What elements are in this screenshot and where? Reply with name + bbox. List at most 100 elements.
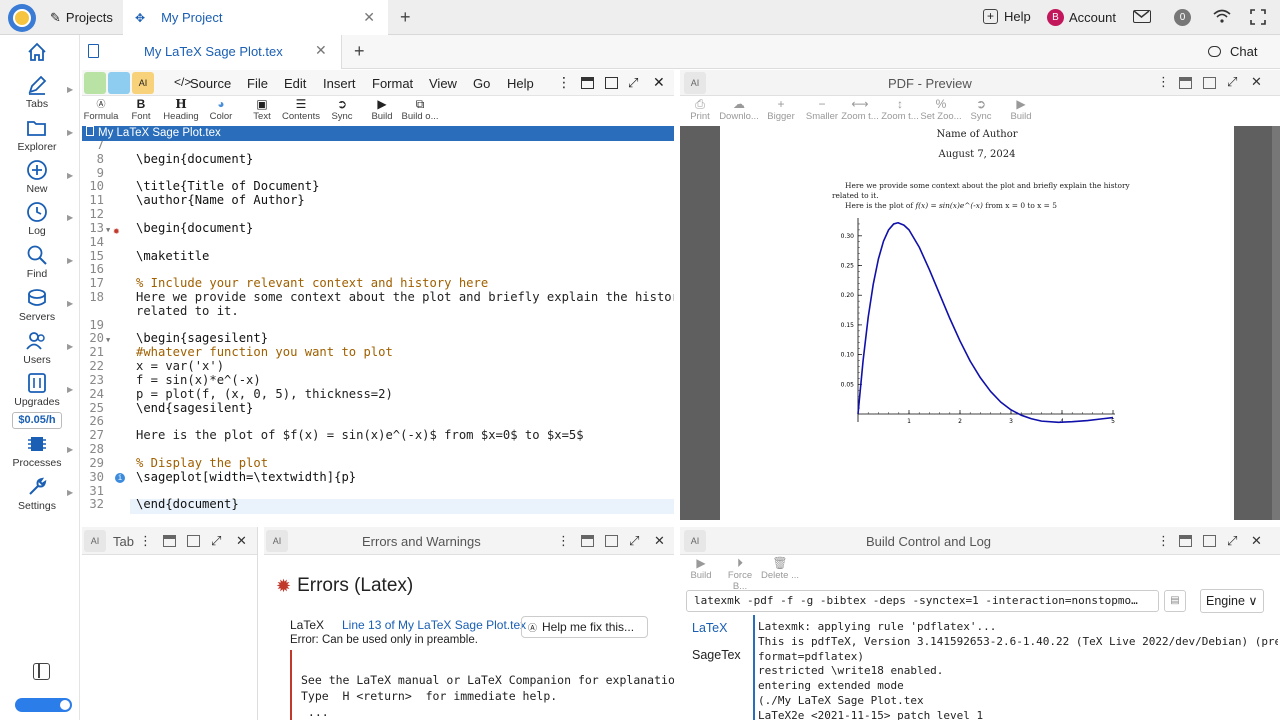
split-horizontal-icon[interactable] [163,535,176,547]
pdf-bigger-button[interactable]: + Bigger [764,97,798,122]
close-file-tab-icon[interactable]: ✕ [315,42,327,59]
toolbar-build[interactable]: ▶ Build [367,97,397,122]
mode-icon-green[interactable] [84,72,106,94]
menu-go[interactable]: Go [473,76,490,91]
rail-item-tabs[interactable] [0,41,74,65]
file-tab[interactable]: My LaTeX Sage Plot.tex ✕ [80,35,342,69]
mail-icon[interactable] [1133,10,1151,23]
more-vertical-icon[interactable]: ⋮ [1157,74,1170,90]
toolbar-text[interactable]: ▣ Text [247,97,277,122]
rail-item-settings[interactable]: Settings [0,476,74,512]
toolbar-build-options[interactable]: ⧉ Build o... [400,97,440,122]
split-horizontal-icon[interactable] [581,77,594,89]
split-vertical-icon[interactable] [605,535,618,547]
close-frame-icon[interactable]: ✕ [1251,533,1262,549]
project-tab[interactable]: ✥ My Project ✕ [123,0,388,35]
ai-icon[interactable]: AI [266,530,288,552]
close-frame-icon[interactable]: ✕ [653,74,665,91]
split-horizontal-icon[interactable] [581,535,594,547]
rail-item-find[interactable]: Find [0,244,74,280]
more-vertical-icon[interactable]: ⋮ [557,74,571,91]
maximize-icon[interactable]: ⤢ [629,533,639,549]
force-build-button[interactable]: ⏵ Force B... [720,556,760,592]
split-vertical-icon[interactable] [187,535,200,547]
close-frame-icon[interactable]: ✕ [1251,74,1262,90]
close-frame-icon[interactable]: ✕ [654,533,665,549]
error-location-link[interactable]: Line 13 of My LaTeX Sage Plot.tex [342,618,526,632]
ai-icon[interactable]: AI [684,530,706,552]
more-vertical-icon[interactable]: ⋮ [557,533,570,549]
more-vertical-icon[interactable]: ⋮ [139,533,152,549]
menu-view[interactable]: View [429,76,457,91]
account-button[interactable]: B Account [1047,9,1116,26]
rail-item-users[interactable]: Users [0,330,74,366]
notification-badge[interactable]: 0 [1174,9,1191,26]
toolbar-font[interactable]: B Font [126,97,156,122]
more-vertical-icon[interactable]: ⋮ [1157,533,1170,549]
pdf-download-button[interactable]: ☁ Downlo... [718,97,760,122]
toolbar-formula[interactable]: Ⓐ Formula [82,97,120,122]
pdf-zoom-width-button[interactable]: ⟷ Zoom t... [840,97,880,122]
close-frame-icon[interactable]: ✕ [236,533,247,549]
mode-icon-ai[interactable]: AI [132,72,154,94]
split-vertical-icon[interactable] [1203,535,1216,547]
log-tab-sagetex[interactable]: SageTex [692,648,741,662]
menu-help[interactable]: Help [507,76,534,91]
help-button[interactable]: + Help [983,9,1031,24]
split-horizontal-icon[interactable] [1179,77,1192,89]
toolbar-contents[interactable]: ☰ Contents [281,97,321,122]
close-tab-icon[interactable]: ✕ [363,9,375,26]
ai-icon[interactable]: AI [84,530,106,552]
split-horizontal-icon[interactable] [1179,535,1192,547]
app-logo[interactable] [8,4,36,32]
toolbar-heading[interactable]: H Heading [162,97,200,122]
rail-toggle-switch[interactable] [15,698,72,712]
maximize-icon[interactable]: ⤢ [1227,533,1237,549]
maximize-icon[interactable]: ⤢ [1227,74,1237,90]
split-vertical-icon[interactable] [605,77,618,89]
pdf-sync-button[interactable]: ➲ Sync [966,97,996,122]
menu-edit[interactable]: Edit [284,76,306,91]
rail-item-processes[interactable]: Processes [0,433,74,469]
rail-item-upgrades[interactable]: Upgrades [0,372,74,408]
sidebar-toggle-icon[interactable] [33,663,50,680]
rail-item-tabs-label[interactable]: Tabs [0,74,74,110]
toolbar-color[interactable]: ◕ Color [206,97,236,122]
menu-insert[interactable]: Insert [323,76,356,91]
ai-icon[interactable]: AI [684,72,706,94]
help-fix-button[interactable]: Ⓐ Help me fix this... [521,616,648,638]
pdf-zoom-height-button[interactable]: ↕ Zoom t... [880,97,920,122]
engine-select[interactable]: Engine ∨ [1200,589,1264,613]
new-file-tab-button[interactable]: + [354,41,365,62]
pdf-scrollbar[interactable] [1272,126,1280,520]
maximize-icon[interactable]: ⤢ [628,75,638,91]
pdf-print-button[interactable]: ⎙ Print [684,97,716,122]
menu-source[interactable]: Source [190,76,231,91]
fullscreen-icon[interactable] [1250,9,1266,28]
chat-button[interactable]: Chat [1208,44,1257,59]
pdf-viewport[interactable]: Name of Author August 7, 2024 Here we pr… [680,126,1280,520]
split-vertical-icon[interactable] [1203,77,1216,89]
maximize-icon[interactable]: ⤢ [211,533,221,549]
delete-aux-button[interactable]: 🗑 Delete ... [760,556,800,581]
log-tab-latex[interactable]: LaTeX [692,621,727,635]
build-button[interactable]: ▶ Build [686,556,716,581]
rail-item-explorer[interactable]: Explorer [0,117,74,153]
rail-item-log[interactable]: Log [0,201,74,237]
play-icon: ▶ [696,556,706,570]
save-command-icon[interactable]: ▤ [1164,590,1186,612]
rail-item-servers[interactable]: Servers [0,287,74,323]
projects-tab[interactable]: ✎ Projects [44,0,120,35]
menu-file[interactable]: File [247,76,268,91]
build-command-input[interactable]: latexmk -pdf -f -g -bibtex -deps -syncte… [686,590,1159,612]
code-editor[interactable]: ▼ ▼ ✹ i 7 8 \begin{document} 9 10 \title{Titl… [82,141,674,521]
menu-format[interactable]: Format [372,76,413,91]
toolbar-sync[interactable]: ➲ Sync [327,97,357,122]
mode-icon-blue[interactable] [108,72,130,94]
new-project-tab-button[interactable]: + [400,7,411,28]
rail-item-new[interactable]: New [0,159,74,195]
pdf-smaller-button[interactable]: − Smaller [804,97,840,122]
price-badge[interactable]: $0.05/h [12,412,62,429]
pdf-build-button[interactable]: ▶ Build [1006,97,1036,122]
pdf-set-zoom-button[interactable]: % Set Zoo... [920,97,962,122]
